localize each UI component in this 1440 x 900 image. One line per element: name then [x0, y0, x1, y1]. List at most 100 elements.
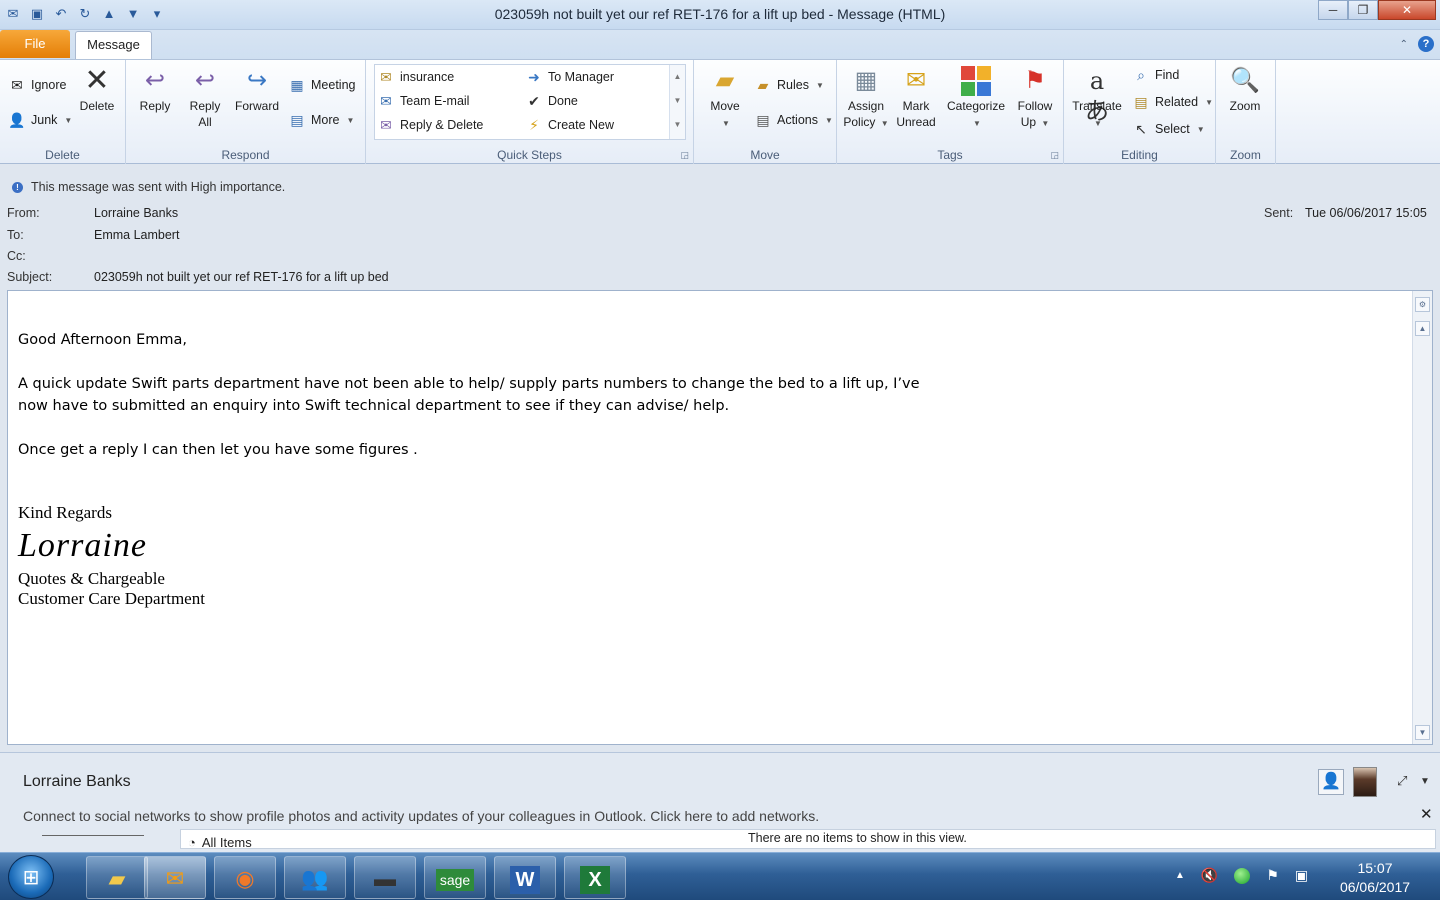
clock[interactable]: 15:07 06/06/2017 [1330, 859, 1420, 897]
reply-button[interactable]: ↩ Reply [132, 66, 178, 114]
translate-label: Translate [1072, 99, 1122, 113]
forward-icon: ↪ [246, 67, 268, 94]
ribbon-tabs: File Message ⌃ ? [0, 30, 1440, 59]
status-green-icon[interactable] [1234, 867, 1251, 884]
expand-gallery-icon[interactable]: ▼ [670, 113, 685, 137]
ignore-button[interactable]: ✉ Ignore [8, 76, 66, 94]
help-icon[interactable]: ? [1418, 36, 1434, 52]
assign-policy-label-1: Assign [847, 99, 885, 113]
quickstep-to-manager[interactable]: ➜ To Manager [525, 68, 614, 86]
from-value[interactable]: Lorraine Banks [94, 206, 178, 220]
dialog-launcher-icon[interactable]: ◲ [1050, 150, 1059, 161]
mark-unread-button[interactable]: ✉ Mark Unread [893, 66, 939, 130]
delete-button[interactable]: ✕ Delete [74, 66, 120, 114]
translate-icon: aあ [1085, 67, 1109, 125]
reply-delete-icon: ✉ [380, 117, 392, 133]
body-scrollbar[interactable]: ⚙ ▲ ▼ [1412, 291, 1432, 744]
quickstep-done[interactable]: ✔ Done [525, 92, 578, 110]
actions-button[interactable]: ▤ Actions ▼ [754, 111, 833, 129]
forward-button[interactable]: ↪ Forward [230, 66, 284, 114]
clock-date: 06/06/2017 [1339, 879, 1411, 895]
quick-steps-scroll[interactable]: ▲ ▼ ▼ [669, 65, 685, 139]
close-window-button[interactable]: ✕ [1378, 0, 1436, 20]
start-button[interactable]: ⊞ [8, 855, 54, 899]
reply-label: Reply [139, 99, 171, 113]
rules-button[interactable]: ▰ Rules ▼ [754, 76, 824, 94]
message-body[interactable]: Good Afternoon Emma, A quick update Swif… [7, 290, 1433, 745]
meeting-label: Meeting [311, 78, 356, 92]
reply-all-label-2: All [198, 115, 212, 129]
chevron-down-icon: ▼ [64, 115, 73, 125]
social-connect-message[interactable]: Connect to social networks to show profi… [23, 808, 819, 824]
restore-button[interactable]: ❐ [1348, 0, 1378, 20]
quickstep-reply-delete[interactable]: ✉ Reply & Delete [377, 116, 483, 134]
dialog-launcher-icon[interactable]: ◲ [680, 150, 689, 161]
to-value[interactable]: Emma Lambert [94, 228, 179, 242]
view-options-icon[interactable]: ⚙ [1415, 297, 1430, 312]
network-icon[interactable]: ▣ [1295, 867, 1308, 884]
reply-all-icon: ↩ [194, 67, 216, 94]
scroll-down-icon[interactable]: ▼ [670, 89, 685, 113]
zoom-group: 🔍 Zoom Zoom [1216, 60, 1276, 164]
generic-avatar-icon[interactable]: 👤 [1318, 769, 1344, 795]
quickstep-team-email[interactable]: ✉ Team E-mail [377, 92, 469, 110]
expand-icon[interactable]: ⤢ [1397, 773, 1407, 789]
chevron-down-icon: ▼ [1196, 124, 1205, 134]
quick-steps-group-label: Quick Steps [497, 148, 562, 162]
move-folder-icon: ▰ [715, 67, 735, 94]
chevron-down-icon[interactable]: ▼ [1420, 776, 1430, 787]
avatar[interactable] [1353, 767, 1377, 797]
assign-policy-label-2: Policy [843, 115, 876, 129]
magnifier-icon: 🔍 [1230, 67, 1260, 94]
rules-icon: ▰ [757, 77, 769, 93]
categorize-button[interactable]: Categorize ▼ [941, 66, 1011, 132]
word-icon[interactable]: W [494, 856, 556, 899]
find-button[interactable]: ⌕ Find [1132, 66, 1179, 84]
minimize-button[interactable]: ─ [1318, 0, 1348, 20]
minimize-ribbon-icon[interactable]: ⌃ [1400, 39, 1408, 50]
close-icon[interactable]: ✕ [1420, 805, 1433, 823]
select-button[interactable]: ↖ Select ▼ [1132, 120, 1205, 138]
quickstep-folder-icon: ✉ [380, 69, 392, 85]
reply-all-button[interactable]: ↩ Reply All [182, 66, 228, 130]
move-button[interactable]: ▰ Move ▼ [702, 66, 748, 132]
quick-steps-gallery: ✉ insurance ✉ Team E-mail ✉ Reply & Dele… [374, 64, 686, 140]
tab-file[interactable]: File [0, 30, 70, 58]
move-label: Move [710, 99, 740, 113]
meeting-button[interactable]: ▦ Meeting [288, 76, 355, 94]
all-items-icon: ◔ [188, 835, 196, 850]
ignore-icon: ✉ [11, 77, 23, 93]
scroll-up-icon[interactable]: ▲ [1415, 321, 1430, 336]
rules-label: Rules [777, 78, 809, 92]
find-label: Find [1155, 68, 1180, 82]
outlook-icon[interactable]: ✉ [144, 856, 206, 899]
action-center-flag-icon[interactable]: ⚑ [1266, 867, 1279, 884]
related-button[interactable]: ▤ Related ▼ [1132, 93, 1213, 111]
more-button[interactable]: ▤ More ▼ [288, 111, 354, 129]
volume-muted-icon[interactable]: 🔇 [1201, 867, 1218, 884]
junk-button[interactable]: 👤 Junk ▼ [8, 111, 72, 129]
stapler-icon[interactable]: ▬ [354, 856, 416, 899]
explorer-icon[interactable]: ▰ [86, 856, 148, 899]
chevron-down-icon: ▼ [825, 115, 833, 125]
translate-button[interactable]: aあ Translate ▼ [1068, 66, 1126, 132]
quickstep-insurance[interactable]: ✉ insurance [377, 68, 454, 86]
assign-policy-button[interactable]: ▦ Assign Policy ▼ [841, 66, 891, 132]
firefox-icon[interactable]: ◉ [214, 856, 276, 899]
mark-unread-label-1: Mark [902, 99, 930, 113]
follow-up-button[interactable]: ⚑ Follow Up ▼ [1013, 66, 1057, 132]
tab-message[interactable]: Message [75, 31, 152, 59]
actions-icon: ▤ [756, 112, 770, 128]
excel-icon[interactable]: X [564, 856, 626, 899]
sage-icon[interactable]: sage [424, 856, 486, 899]
scroll-up-icon[interactable]: ▲ [670, 65, 685, 89]
quickstep-create-new[interactable]: ⚡ Create New [525, 116, 614, 134]
cc-label: Cc: [7, 249, 26, 263]
binoculars-icon: ⌕ [1137, 67, 1145, 83]
zoom-button[interactable]: 🔍 Zoom [1222, 66, 1268, 114]
scroll-down-icon[interactable]: ▼ [1415, 725, 1430, 740]
all-items-tab[interactable]: ◔ All Items [188, 835, 252, 850]
users-icon[interactable]: 👥 [284, 856, 346, 899]
more-icon: ▤ [290, 112, 304, 128]
show-hidden-icons-icon[interactable]: ▲ [1175, 870, 1185, 881]
